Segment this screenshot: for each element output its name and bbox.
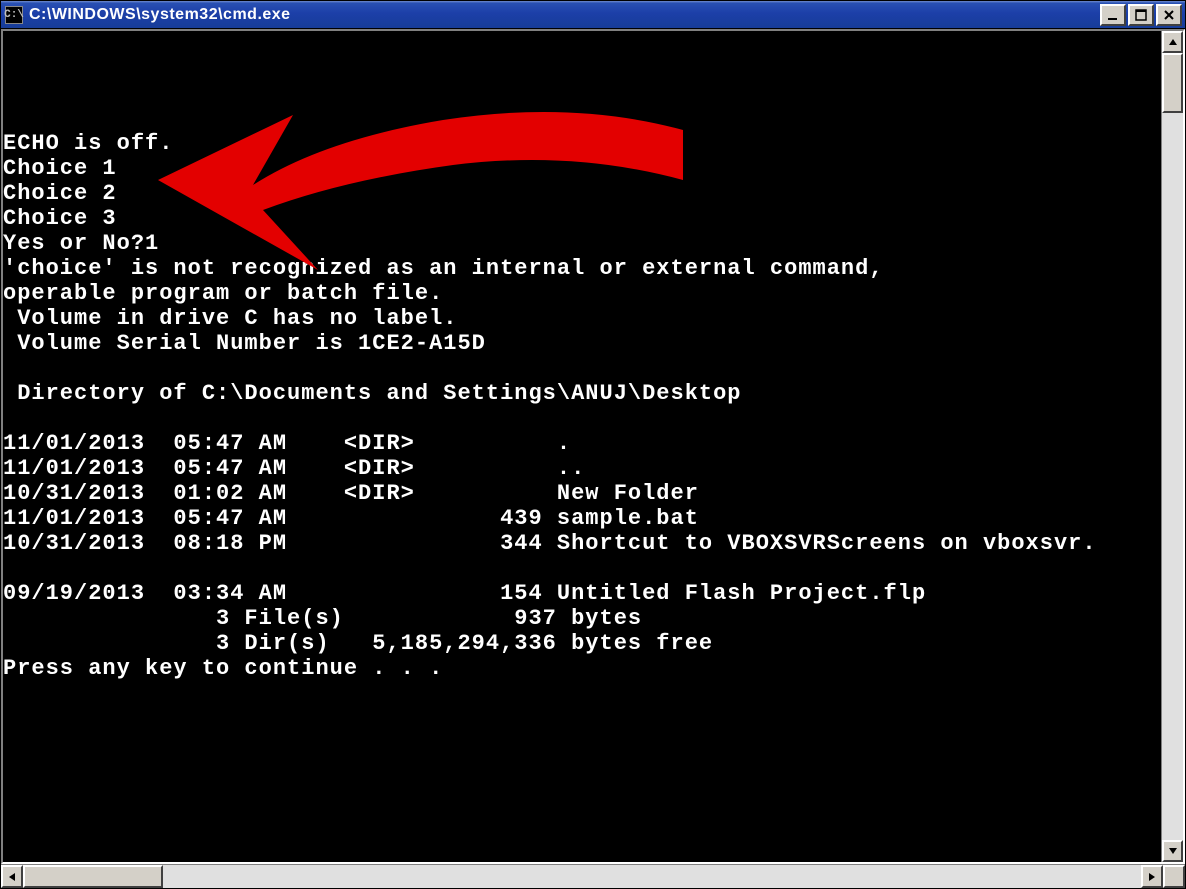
console-line: 10/31/2013 01:02 AM <DIR> New Folder — [3, 481, 1161, 506]
close-icon — [1163, 9, 1175, 21]
console-line: Directory of C:\Documents and Settings\A… — [3, 381, 1161, 406]
console-line: Volume Serial Number is 1CE2-A15D — [3, 331, 1161, 356]
console-line: 'choice' is not recognized as an interna… — [3, 256, 1161, 281]
console-output[interactable]: ECHO is off.Choice 1Choice 2Choice 3Yes … — [3, 31, 1161, 862]
maximize-icon — [1135, 9, 1147, 21]
console-line: 11/01/2013 05:47 AM <DIR> . — [3, 431, 1161, 456]
scrollbar-corner — [1163, 865, 1185, 888]
scroll-right-button[interactable] — [1141, 865, 1163, 888]
vertical-scrollbar[interactable] — [1161, 31, 1183, 862]
console-line: Volume in drive C has no label. — [3, 306, 1161, 331]
chevron-right-icon — [1147, 872, 1157, 882]
scroll-down-button[interactable] — [1162, 840, 1183, 862]
console-line: operable program or batch file. — [3, 281, 1161, 306]
console-line: Press any key to continue . . . — [3, 656, 1161, 681]
close-button[interactable] — [1156, 4, 1182, 26]
horizontal-scroll-thumb[interactable] — [23, 865, 163, 888]
console-line: 11/01/2013 05:47 AM 439 sample.bat — [3, 506, 1161, 531]
console-line — [3, 556, 1161, 581]
chevron-down-icon — [1168, 846, 1178, 856]
console-line: 09/19/2013 03:34 AM 154 Untitled Flash P… — [3, 581, 1161, 606]
cmd-window: C:\ C:\WINDOWS\system32\cmd.exe — [0, 0, 1186, 889]
console-line: 11/01/2013 05:47 AM <DIR> .. — [3, 456, 1161, 481]
console-line: Choice 2 — [3, 181, 1161, 206]
horizontal-scroll-track[interactable] — [23, 865, 1141, 888]
cmd-app-icon: C:\ — [5, 6, 23, 24]
console-line: 10/31/2013 08:18 PM 344 Shortcut to VBOX… — [3, 531, 1161, 556]
window-title: C:\WINDOWS\system32\cmd.exe — [29, 6, 1100, 24]
minimize-icon — [1107, 9, 1119, 21]
window-buttons — [1100, 4, 1182, 26]
horizontal-scrollbar-strip — [1, 864, 1185, 888]
minimize-button[interactable] — [1100, 4, 1126, 26]
console-line — [3, 406, 1161, 431]
title-bar[interactable]: C:\ C:\WINDOWS\system32\cmd.exe — [1, 1, 1185, 29]
console-line: ECHO is off. — [3, 131, 1161, 156]
console-line: Choice 3 — [3, 206, 1161, 231]
console-line — [3, 356, 1161, 381]
chevron-left-icon — [7, 872, 17, 882]
console-line: 3 Dir(s) 5,185,294,336 bytes free — [3, 631, 1161, 656]
chevron-up-icon — [1168, 37, 1178, 47]
scroll-up-button[interactable] — [1162, 31, 1183, 53]
client-area: ECHO is off.Choice 1Choice 2Choice 3Yes … — [1, 29, 1185, 864]
maximize-button[interactable] — [1128, 4, 1154, 26]
console-line: Choice 1 — [3, 156, 1161, 181]
vertical-scroll-thumb[interactable] — [1162, 53, 1183, 113]
scroll-left-button[interactable] — [1, 865, 23, 888]
horizontal-scrollbar[interactable] — [1, 865, 1163, 888]
vertical-scroll-track[interactable] — [1162, 53, 1183, 840]
console-line: 3 File(s) 937 bytes — [3, 606, 1161, 631]
console-line: Yes or No?1 — [3, 231, 1161, 256]
